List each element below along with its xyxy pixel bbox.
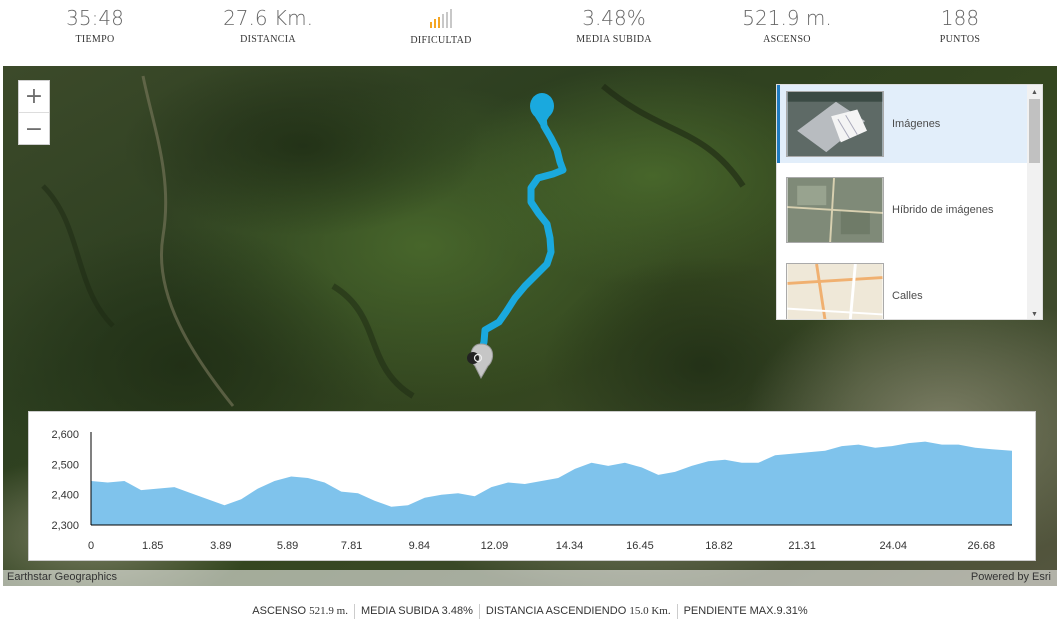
hybrid-thumb: [786, 177, 884, 243]
difficulty-bar: [450, 9, 452, 28]
x-tick-label: 18.82: [705, 540, 733, 552]
x-tick-label: 3.89: [210, 540, 231, 552]
y-tick-label: 2,300: [51, 520, 79, 532]
summary-avg-climb-label: MEDIA SUBIDA: [360, 605, 439, 618]
summary-climb-distance: DISTANCIA ASCENDIENDO 15.0 Km.: [480, 605, 677, 617]
scroll-down-arrow-icon[interactable]: ▼: [1027, 307, 1042, 319]
climb-summary: ASCENSO 521.9 m. MEDIA SUBIDA 3.48% DISTAN…: [0, 604, 1060, 619]
route-line[interactable]: [476, 104, 567, 359]
basemap-name-hybrid: Híbrido de imágenes: [892, 204, 994, 216]
summary-avg-climb-value: 3.48%: [441, 605, 473, 618]
x-tick-label: 7.81: [341, 540, 362, 552]
stat-ascent: 521.9 m. ASCENSO: [707, 4, 867, 45]
y-tick-label: 2,600: [51, 429, 79, 441]
stat-avg-climb-label: MEDIA SUBIDA: [576, 34, 652, 45]
stat-distance-label: DISTANCIA: [240, 34, 296, 45]
x-tick-label: 0: [88, 540, 94, 552]
y-tick-label: 2,500: [51, 459, 79, 471]
stat-avg-climb: 3.48% MEDIA SUBIDA: [534, 4, 694, 45]
gallery-scrollbar[interactable]: ▲ ▼: [1027, 85, 1042, 319]
route-start-bike-icon[interactable]: [467, 343, 494, 380]
stat-ascent-label: ASCENSO: [763, 34, 811, 45]
x-tick-label: 12.09: [481, 540, 509, 552]
summary-max-slope: PENDIENTE MAX.9.31%: [678, 605, 814, 617]
difficulty-bar: [442, 14, 444, 28]
y-tick-label: 2,400: [51, 490, 79, 502]
summary-max-slope-label: PENDIENTE MAX.: [683, 605, 777, 618]
elevation-area: [91, 441, 1012, 525]
summary-ascent: ASCENSO 521.9 m.: [246, 605, 354, 617]
stat-avg-climb-value: 3.48%: [582, 6, 646, 30]
summary-climb-distance-label: DISTANCIA ASCENDIENDO: [485, 605, 627, 618]
stat-difficulty: DIFICULTAD: [361, 4, 521, 46]
stat-time-value: 35:48: [66, 6, 124, 30]
elevation-chart[interactable]: 2,600 2,500 2,400 2,300 0 1.85 3.89 5.89 7.81 9.8…: [29, 412, 1037, 562]
basemap-option-hybrid[interactable]: Híbrido de imágenes: [777, 171, 1029, 249]
elevation-profile-panel: 2,600 2,500 2,400 2,300 0 1.85 3.89 5.89 7.81 9.8…: [28, 411, 1036, 561]
difficulty-bar: [438, 16, 440, 28]
x-tick-label: 14.34: [556, 540, 584, 552]
difficulty-bar: [446, 11, 448, 28]
basemap-option-imagery[interactable]: Imágenes: [777, 85, 1029, 163]
difficulty-bar: [434, 19, 436, 28]
basemap-name-streets: Calles: [892, 290, 923, 302]
summary-max-slope-value: 9.31%: [776, 605, 808, 618]
summary-climb-distance-value: 15.0 Km.: [629, 605, 671, 618]
imagery-thumb: [786, 91, 884, 157]
x-tick-label: 5.89: [277, 540, 298, 552]
x-tick-label: 9.84: [409, 540, 430, 552]
x-tick-label: 21.31: [788, 540, 816, 552]
zoom-out-button[interactable]: −: [19, 113, 49, 145]
map-view[interactable]: + − Imágenes Híbrido de imágenes Calles …: [3, 66, 1057, 586]
difficulty-bar: [430, 22, 432, 28]
stat-ascent-value: 521.9 m.: [742, 6, 832, 30]
zoom-in-button[interactable]: +: [19, 81, 49, 113]
zoom-control: + −: [18, 80, 50, 145]
map-attribution: Earthstar Geographics Powered by Esri: [3, 570, 1057, 586]
route-end-marker-icon[interactable]: [530, 93, 554, 128]
stats-bar: 35:48 TIEMPO 27.6 Km. DISTANCIA DIFICULT…: [0, 0, 1060, 66]
x-tick-label: 16.45: [626, 540, 654, 552]
x-tick-label: 26.68: [968, 540, 996, 552]
scroll-thumb[interactable]: [1029, 99, 1040, 163]
attribution-source: Earthstar Geographics: [7, 571, 118, 583]
summary-ascent-value: 521.9 m.: [309, 605, 348, 618]
stat-points-label: PUNTOS: [939, 34, 981, 45]
stat-distance-value: 27.6 Km.: [223, 6, 313, 30]
attribution-powered-by[interactable]: Powered by Esri: [971, 571, 1051, 583]
basemap-gallery: Imágenes Híbrido de imágenes Calles ▲ ▼: [776, 84, 1043, 320]
difficulty-bars-icon: [430, 8, 452, 28]
scroll-up-arrow-icon[interactable]: ▲: [1027, 85, 1042, 99]
stat-points: 188 PUNTOS: [880, 4, 1040, 45]
streets-thumb: [786, 263, 884, 319]
basemap-option-streets[interactable]: Calles: [777, 257, 1029, 319]
stat-distance: 27.6 Km. DISTANCIA: [188, 4, 348, 45]
stat-points-value: 188: [940, 6, 980, 30]
summary-ascent-label: ASCENSO: [252, 605, 307, 618]
stat-time-label: TIEMPO: [75, 34, 115, 45]
x-tick-label: 1.85: [142, 540, 163, 552]
stat-difficulty-label: DIFICULTAD: [410, 35, 472, 46]
stat-time: 35:48 TIEMPO: [15, 4, 175, 45]
summary-avg-climb: MEDIA SUBIDA 3.48%: [355, 605, 479, 617]
x-tick-label: 24.04: [879, 540, 907, 552]
basemap-name-imagery: Imágenes: [892, 118, 941, 130]
